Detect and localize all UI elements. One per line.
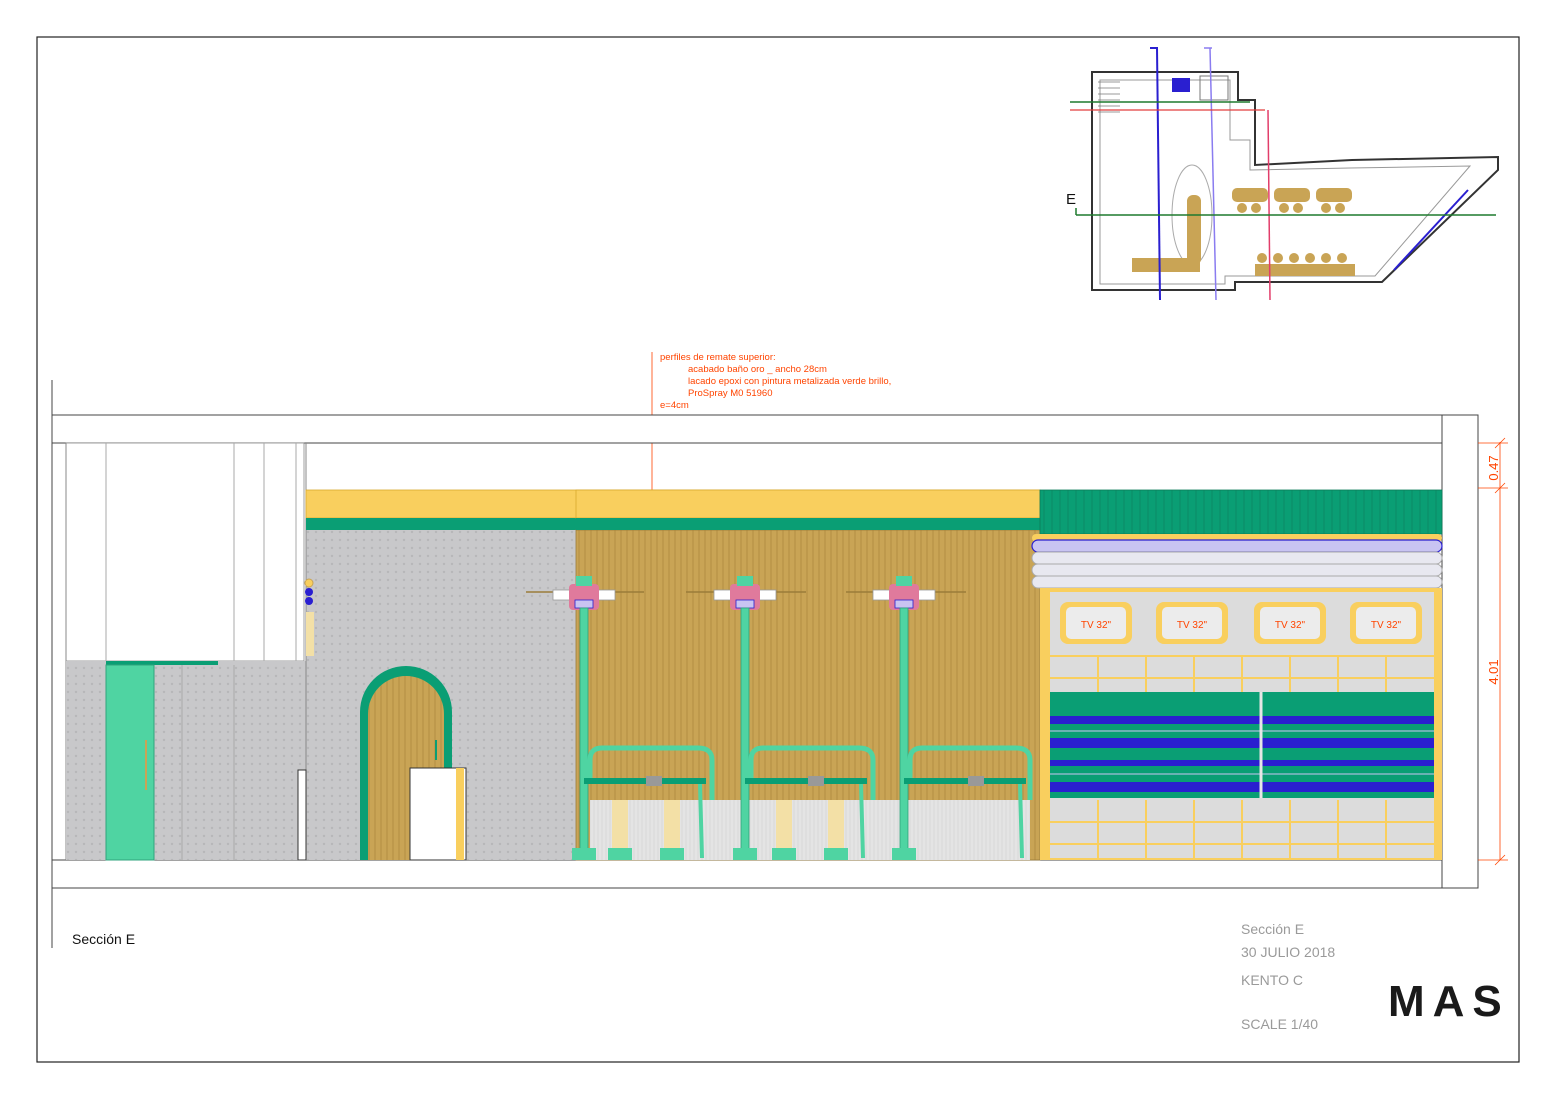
right-wall xyxy=(1441,414,1479,889)
annotation-line-2: acabado baño oro _ ancho 28cm xyxy=(688,364,827,375)
dimension-upper: 0.47 xyxy=(1486,455,1501,480)
annotation-line-3: lacado epoxi con pintura metalizada verd… xyxy=(688,376,891,387)
annotation-line-1: perfiles de remate superior: xyxy=(660,352,776,363)
tv-4: TV 32" xyxy=(1350,602,1422,644)
title-date: 30 JULIO 2018 xyxy=(1241,944,1335,960)
annotation-line-4: ProSpray M0 51960 xyxy=(688,388,773,399)
green-slatted-panel xyxy=(1039,489,1443,535)
dimension-main: 4.01 xyxy=(1486,659,1501,684)
tv-4-label: TV 32" xyxy=(1371,620,1402,631)
title-block: Sección E 30 JULIO 2018 KENTO C SCALE 1/… xyxy=(1241,921,1335,1032)
section-label: Sección E xyxy=(72,931,135,947)
title-project: KENTO C xyxy=(1241,972,1303,988)
tv-1-label: TV 32" xyxy=(1081,620,1112,631)
section-e-drawing: E perfiles de remate superior: acabado b… xyxy=(36,36,1520,1063)
finish-annotation: perfiles de remate superior: acabado bañ… xyxy=(660,352,891,411)
tv-2-label: TV 32" xyxy=(1177,620,1208,631)
floor-slab xyxy=(51,859,1443,889)
stripe-band xyxy=(1050,692,1434,798)
cylinder-rolls xyxy=(1031,534,1443,589)
title-scale: SCALE 1/40 xyxy=(1241,1016,1318,1032)
tv-3-label: TV 32" xyxy=(1275,620,1306,631)
floor-plan-key: E xyxy=(1066,47,1499,301)
dimension-chain xyxy=(1478,437,1508,866)
annotation-line-5: e=4cm xyxy=(660,400,689,411)
title-section: Sección E xyxy=(1241,921,1304,937)
plan-marker-e: E xyxy=(1066,191,1076,208)
tv-3: TV 32" xyxy=(1254,602,1326,644)
mas-logo: MAS xyxy=(1388,977,1510,1026)
tv-2: TV 32" xyxy=(1156,602,1228,644)
tv-1: TV 32" xyxy=(1060,602,1132,644)
ceiling-slab xyxy=(51,414,1443,444)
